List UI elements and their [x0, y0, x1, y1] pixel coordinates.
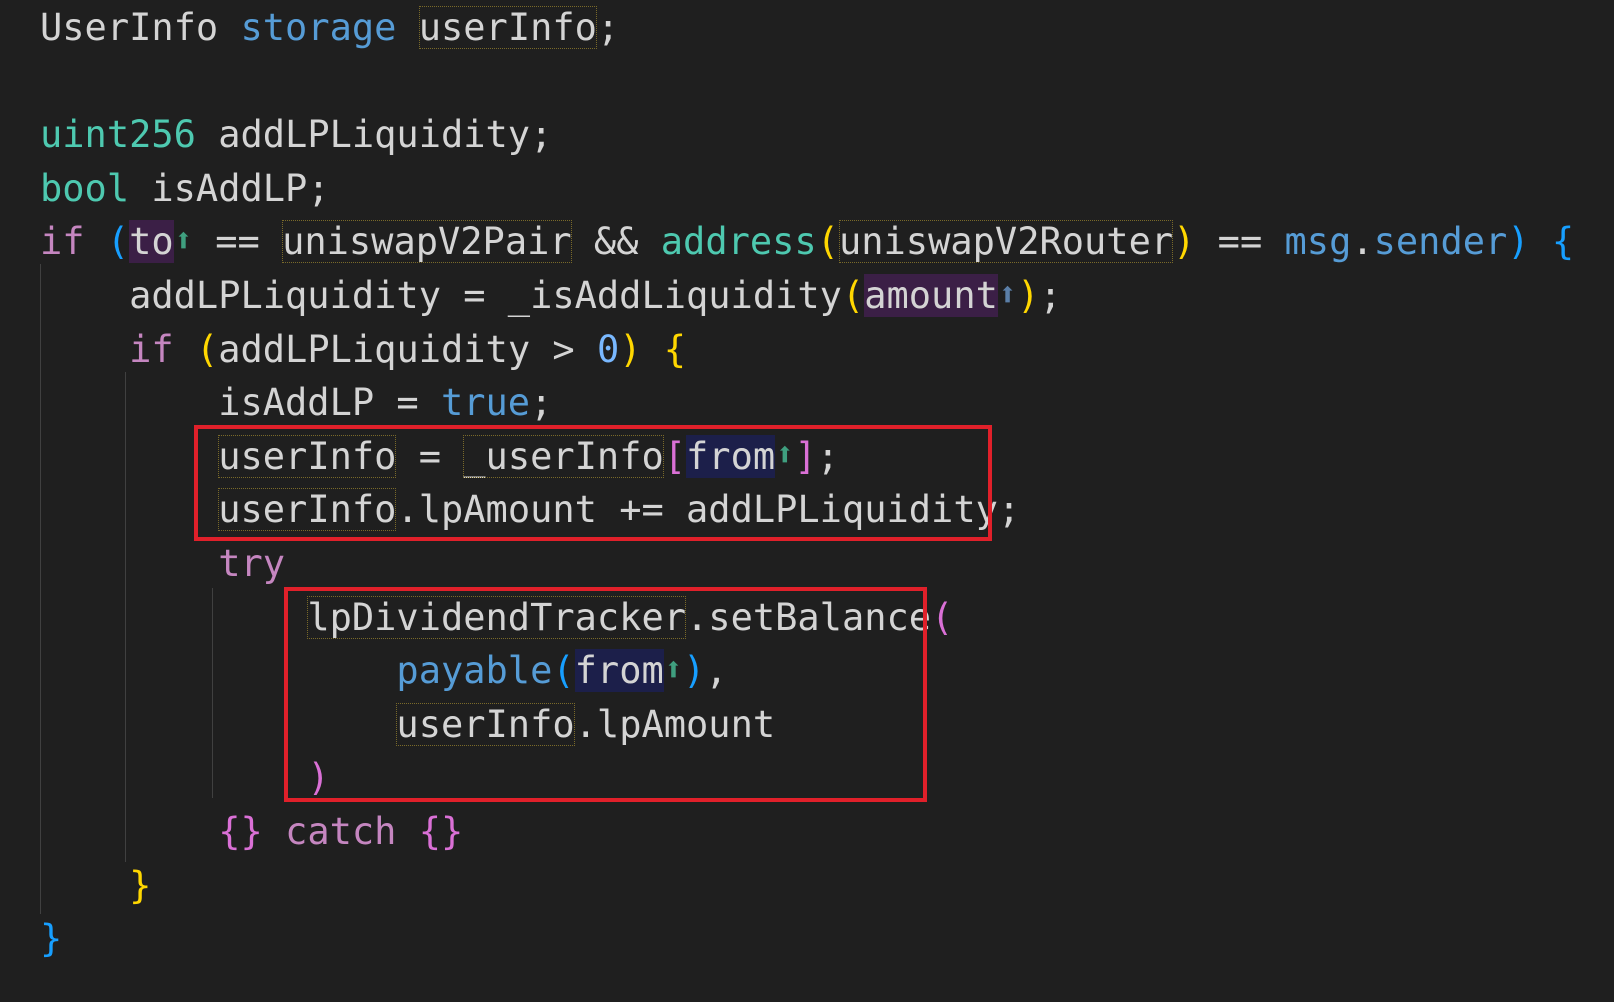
- code-line[interactable]: if (addLPLiquidity > 0) {: [40, 322, 686, 377]
- code-line[interactable]: }: [40, 911, 62, 966]
- code-editor[interactable]: UserInfo storage userInfo; uint256 addLPL…: [0, 0, 1614, 1002]
- code-token: isAddLP;: [129, 166, 330, 210]
- code-token: {}: [218, 810, 263, 853]
- code-token: if: [40, 220, 85, 264]
- code-line[interactable]: uint256 addLPLiquidity;: [40, 107, 552, 162]
- annotation-box-userinfo-assignment: [194, 425, 992, 541]
- code-token: bool: [40, 166, 130, 210]
- code-line[interactable]: addLPLiquidity = _isAddLiquidity(amount⬆…: [40, 268, 1062, 323]
- code-token: (: [106, 220, 130, 264]
- code-token: amount: [864, 274, 998, 317]
- code-token: ;: [1039, 274, 1062, 317]
- code-token: }: [40, 917, 63, 961]
- code-token: addLPLiquidity >: [218, 327, 597, 371]
- code-token: if: [129, 327, 174, 371]
- code-token: storage: [240, 6, 397, 49]
- code-token: ==: [192, 220, 283, 264]
- code-line[interactable]: isAddLP = true;: [40, 375, 552, 430]
- arrow-up-icon: ⬆: [173, 220, 193, 259]
- code-token: &&: [571, 220, 661, 264]
- code-token: ): [1017, 274, 1040, 317]
- code-token: address: [660, 220, 817, 264]
- code-token: sender: [1373, 220, 1508, 264]
- code-line[interactable]: try: [40, 536, 285, 591]
- code-token: (: [841, 274, 865, 317]
- arrow-up-icon: ⬆: [997, 274, 1018, 313]
- code-token: try: [218, 542, 286, 585]
- code-token: (: [816, 220, 839, 264]
- code-token: uint256: [40, 113, 196, 157]
- code-token: ): [1173, 220, 1196, 264]
- code-token: }: [129, 863, 152, 907]
- code-token: catch: [285, 810, 397, 853]
- code-token: uniswapV2Router: [838, 220, 1174, 264]
- code-token: msg: [1284, 220, 1352, 264]
- code-token: 0: [596, 327, 620, 371]
- code-token: addLPLiquidity;: [195, 113, 553, 157]
- code-token: ): [1507, 220, 1530, 264]
- code-token: {}: [418, 810, 464, 853]
- code-line[interactable]: UserInfo storage userInfo;: [40, 0, 619, 55]
- code-token: ;: [596, 6, 620, 49]
- code-token: {: [1551, 220, 1575, 264]
- code-token: true: [440, 381, 531, 425]
- code-line[interactable]: {} catch {}: [40, 804, 463, 859]
- code-line[interactable]: if (to⬆ == uniswapV2Pair && address(unis…: [40, 214, 1574, 269]
- code-token: (: [195, 327, 219, 371]
- code-token: to: [129, 220, 174, 264]
- code-token: {: [663, 327, 687, 371]
- code-token: ==: [1195, 220, 1285, 264]
- annotation-box-setbalance-call: [284, 587, 927, 802]
- code-token: UserInfo: [40, 6, 219, 49]
- code-token: (: [931, 595, 954, 639]
- code-token: userInfo: [418, 6, 597, 49]
- code-token: ;: [530, 381, 553, 425]
- code-token: .: [1351, 220, 1374, 264]
- code-line[interactable]: bool isAddLP;: [40, 161, 330, 216]
- code-line[interactable]: }: [40, 858, 151, 913]
- code-token: addLPLiquidity = _isAddLiquidity: [40, 274, 842, 317]
- code-token: ): [619, 327, 642, 371]
- code-token: isAddLP =: [40, 381, 441, 425]
- code-token: uniswapV2Pair: [282, 220, 572, 264]
